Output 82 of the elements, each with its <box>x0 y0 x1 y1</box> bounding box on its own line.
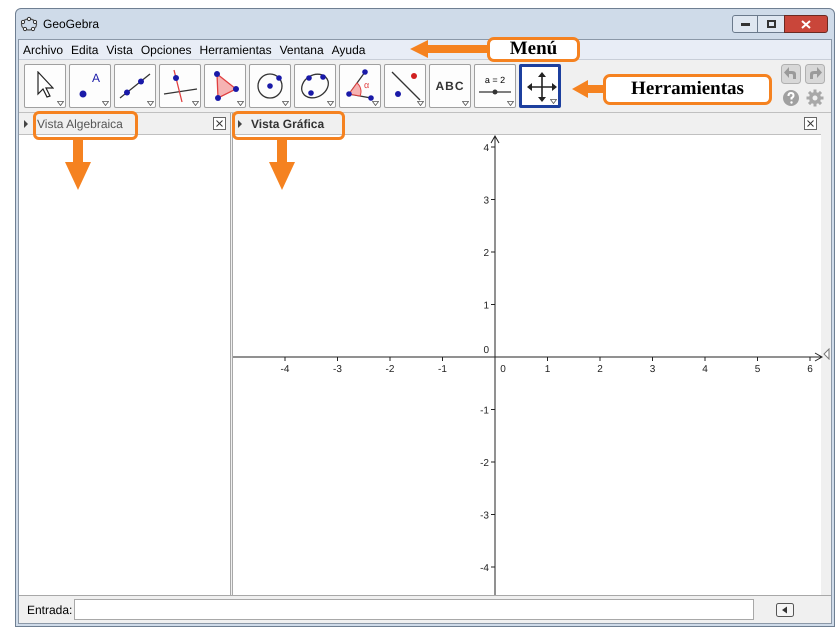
point-icon <box>78 89 87 98</box>
tool-button[interactable] <box>114 64 156 108</box>
tool-button[interactable] <box>249 64 291 108</box>
dropdown-triangle-icon <box>462 101 469 106</box>
dropdown-triangle-icon <box>192 101 199 106</box>
menu-item[interactable]: Edita <box>71 40 98 58</box>
dropdown-triangle-icon <box>372 101 379 106</box>
menu-item[interactable]: Ayuda <box>332 40 366 58</box>
tool-button[interactable]: ABC <box>429 64 471 108</box>
pointer-arrow <box>572 80 605 98</box>
input-label: Entrada: <box>27 602 72 618</box>
menu-item[interactable]: Vista <box>106 40 133 58</box>
axis-tick-label: -4 <box>280 364 290 375</box>
dropdown-triangle-icon <box>417 101 424 106</box>
dropdown-triangle-icon <box>102 101 109 106</box>
axis-tick-label: -2 <box>386 364 394 375</box>
menu-item[interactable]: Ventana <box>280 40 324 58</box>
close-button[interactable] <box>784 15 828 33</box>
circle-icon <box>257 73 283 99</box>
dropdown-triangle-icon <box>507 101 514 106</box>
help-icon[interactable] <box>781 88 801 108</box>
expand-triangle-icon[interactable] <box>237 120 243 128</box>
axis-tick-label: 1 <box>483 300 489 312</box>
tool-button[interactable] <box>294 64 336 108</box>
axis-tick-label: 0 <box>483 345 489 356</box>
reflect-icon <box>391 71 421 101</box>
axis-tick-label: -3 <box>480 510 489 522</box>
input-field[interactable] <box>74 599 754 620</box>
cursor-icon <box>37 71 54 98</box>
callout-label: Herramientas <box>603 74 772 105</box>
axis-tick-label: 5 <box>754 364 760 375</box>
tool-button[interactable]: A <box>69 64 111 108</box>
close-view-icon[interactable] <box>213 117 226 130</box>
axis-tick-label: 3 <box>650 364 656 375</box>
menu-item[interactable]: Herramientas <box>200 40 272 58</box>
axis-tick-label: 0 <box>500 364 506 375</box>
axis-tick-label: 1 <box>544 364 550 375</box>
close-view-icon[interactable] <box>804 117 817 130</box>
tool-button[interactable]: a = 2 <box>474 64 516 108</box>
dropdown-triangle-icon <box>327 101 334 106</box>
pointer-arrow <box>65 140 91 190</box>
app-logo-icon <box>20 16 38 32</box>
keyboard-toggle-icon[interactable] <box>776 602 794 616</box>
window-title: GeoGebra <box>43 16 100 33</box>
collapse-arrow-icon[interactable] <box>822 348 830 360</box>
tool-button[interactable] <box>24 64 66 108</box>
axis-tick-label: 2 <box>597 364 603 375</box>
dropdown-triangle-icon <box>282 101 289 106</box>
axis-tick-label: -2 <box>480 458 489 469</box>
pointer-arrow <box>269 140 295 190</box>
tool-button[interactable] <box>384 64 426 108</box>
dropdown-triangle-icon <box>550 99 557 104</box>
slider-icon <box>478 88 512 95</box>
view-title[interactable]: Vista Gráfica <box>251 114 324 132</box>
minimize-button[interactable] <box>732 15 758 33</box>
axis-tick-label: 2 <box>483 248 489 259</box>
dropdown-triangle-icon <box>57 101 64 106</box>
tool-button[interactable] <box>159 64 201 108</box>
tool-button[interactable] <box>519 64 561 108</box>
triangle-icon <box>213 70 240 102</box>
tool-button[interactable] <box>204 64 246 108</box>
dropdown-triangle-icon <box>237 101 244 106</box>
line-icon <box>119 73 151 99</box>
axis-tick-label: 4 <box>483 143 489 154</box>
callout-label: Menú <box>487 37 580 62</box>
close-icon <box>801 20 811 28</box>
axis-tick-label: 6 <box>807 364 813 375</box>
axis-tick-label: -4 <box>480 563 489 574</box>
expand-triangle-icon[interactable] <box>23 120 29 128</box>
axis-tick-label: -3 <box>333 364 342 375</box>
dropdown-triangle-icon <box>147 101 154 106</box>
tool-button[interactable]: α <box>339 64 381 108</box>
menu-item[interactable]: Archivo <box>23 40 64 58</box>
move-arrows-icon <box>526 71 558 103</box>
axis-tick-label: -1 <box>438 364 447 375</box>
angle-icon <box>345 68 375 102</box>
axis-tick-label: 3 <box>483 196 489 206</box>
maximize-button[interactable] <box>758 15 784 33</box>
axis-tick-label: 4 <box>702 364 708 375</box>
axis-tick-label: -1 <box>480 406 489 416</box>
menu-item[interactable]: Opciones <box>140 40 192 58</box>
perpendicular-line-icon <box>163 69 198 103</box>
